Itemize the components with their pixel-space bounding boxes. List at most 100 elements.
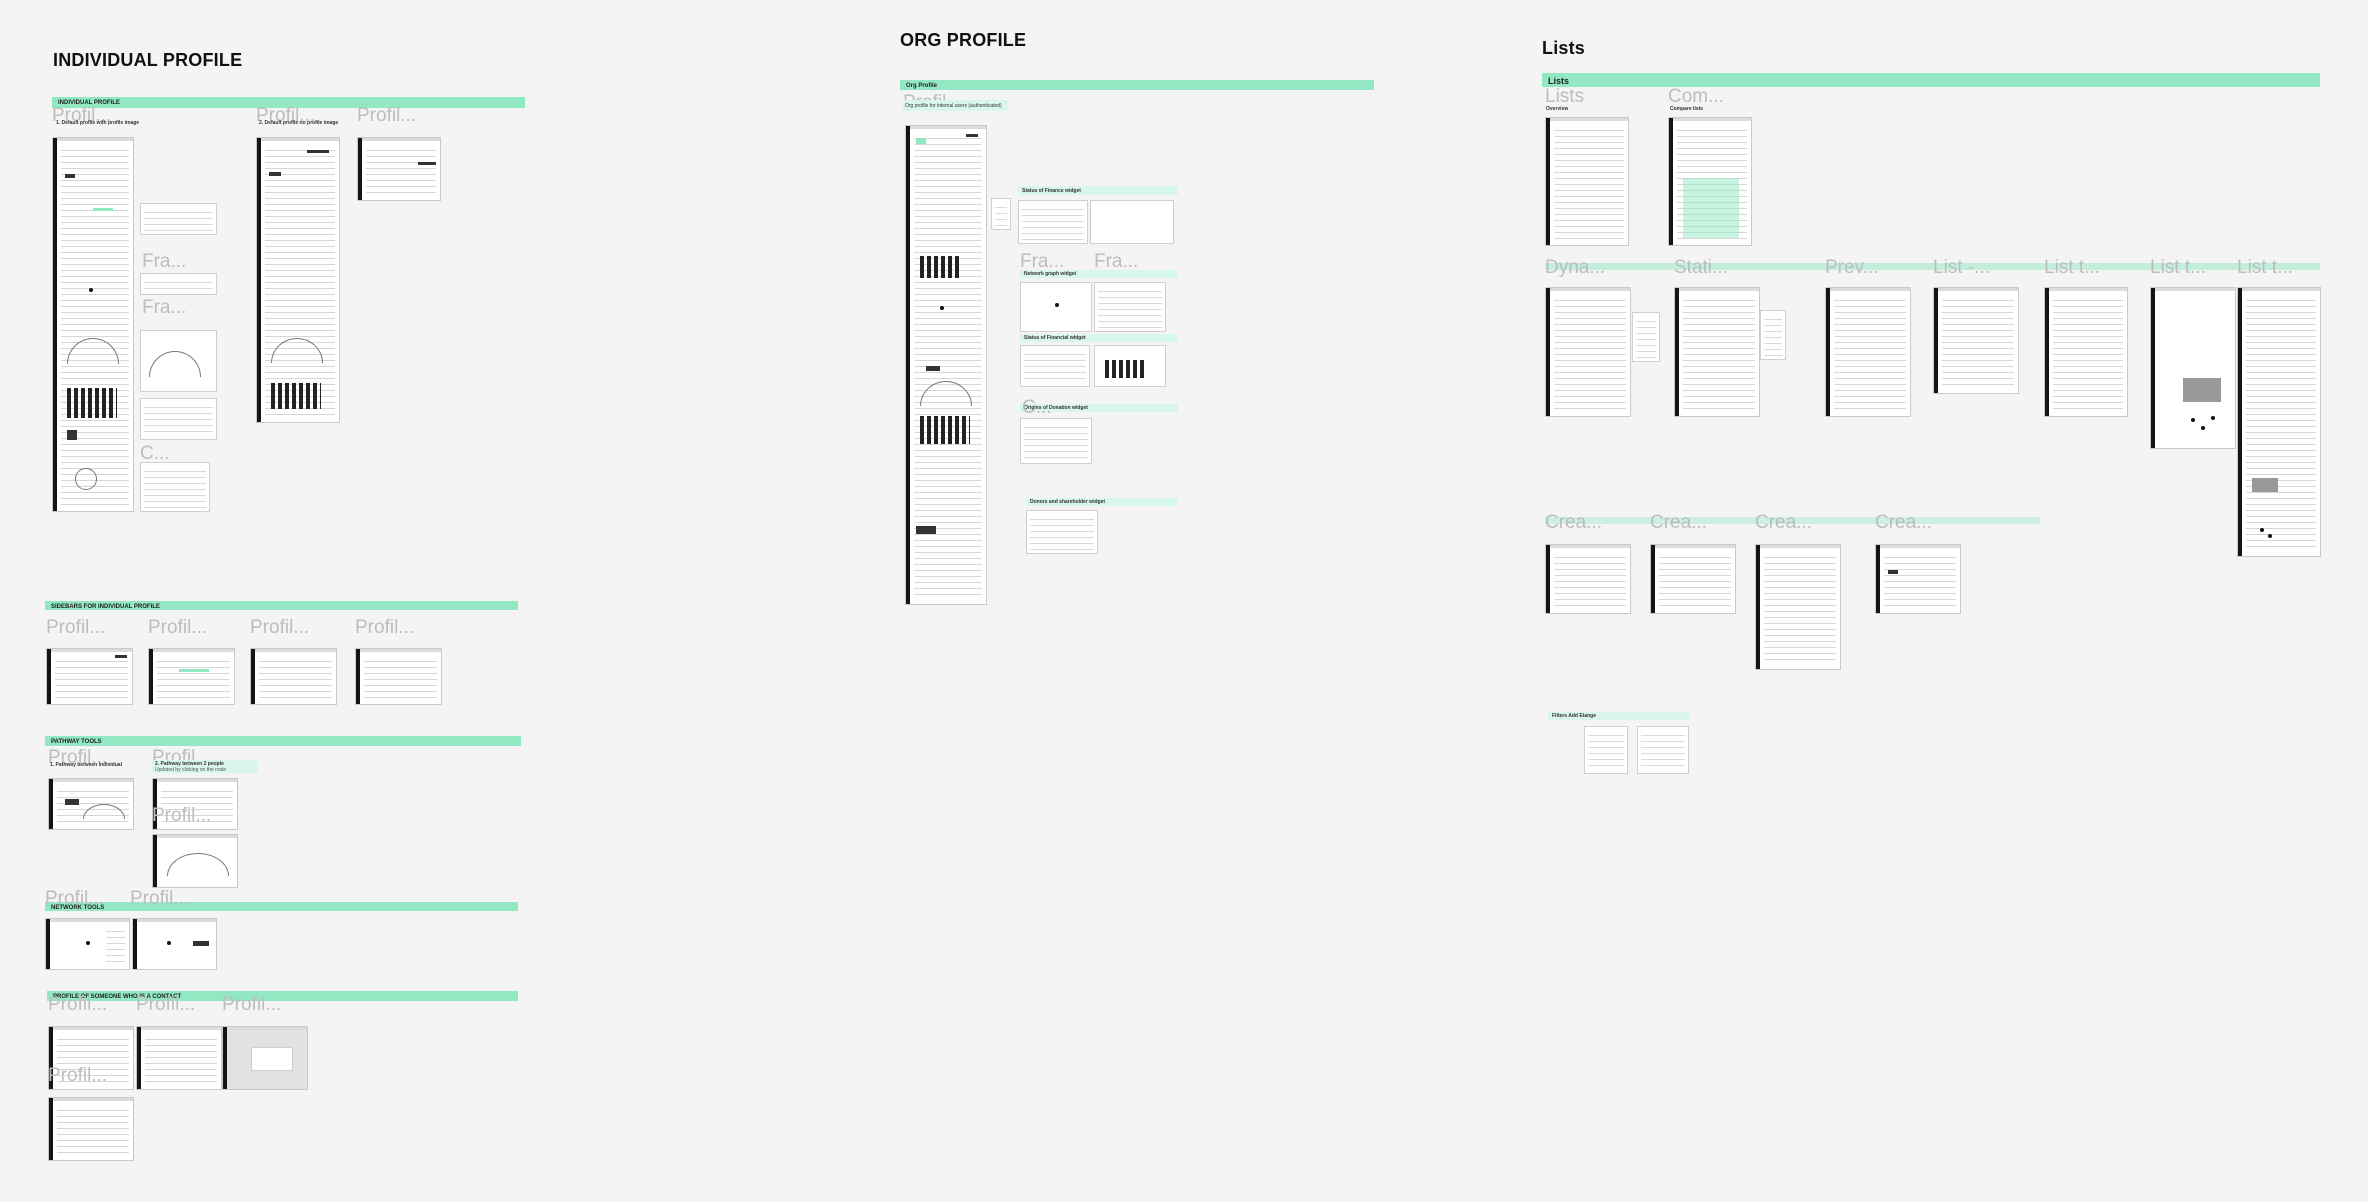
widget-frame[interactable] [1018,200,1088,244]
frame-label[interactable]: Profil... [48,1066,107,1086]
frame-label[interactable]: List t... [2237,258,2293,278]
side-frame[interactable] [140,203,217,235]
profile-frame-no-image[interactable] [256,137,340,423]
widget-label: Donors and shareholder widget [1030,499,1106,505]
list-popover[interactable] [1760,310,1786,360]
frame-label[interactable]: Fra... [1094,252,1138,272]
lists-band: Lists [1542,73,2320,87]
list-compare-frame[interactable] [1668,117,1752,246]
pathway-frame[interactable] [48,778,134,830]
profile-frame-with-image[interactable] [52,137,134,512]
org-profile-title: ORG PROFILE [900,30,1027,50]
frame-label[interactable]: Profil... [152,806,211,826]
frame-label[interactable]: List -... [1933,258,1990,278]
frame-label[interactable]: Profil... [136,995,195,1015]
widget-band: Status of Financial widget [1020,334,1178,342]
org-profile-frame[interactable] [905,125,987,605]
widget-network[interactable] [1020,282,1092,332]
frame-label[interactable]: C... [140,444,170,464]
create-list-frame[interactable] [1875,544,1961,614]
list-popover[interactable] [1632,312,1660,362]
sidebar-frame[interactable] [46,648,133,705]
network-frame[interactable] [45,918,130,970]
org-profile-band: Org Profile [900,80,1374,90]
frame-label[interactable]: Crea... [1650,513,1707,533]
list-frame[interactable] [1825,287,1911,417]
frame-label[interactable]: Lists [1545,87,1584,107]
frame-label[interactable]: C... [1022,398,1052,418]
contact-band: PROFILE OF SOMEONE WHO IS A CONTACT [47,991,518,1001]
list-frame[interactable] [1933,287,2019,394]
side-frame-chart[interactable] [140,330,217,392]
individual-profile-title: INDIVIDUAL PROFILE [53,50,243,70]
frame-label[interactable]: Profil... [45,889,104,909]
widget-map[interactable] [1020,418,1092,464]
widget-label: Network graph widget [1024,271,1077,277]
create-list-frame[interactable] [1545,544,1631,614]
frame-label[interactable]: Profil... [130,889,189,909]
filters-band: Filters Add Etange [1548,712,1690,720]
frame-label[interactable]: Profil... [222,995,281,1015]
frame-label[interactable]: Profil... [48,995,107,1015]
frame-label[interactable]: Fra... [142,298,186,318]
widget-band: Status of Finance widget [1018,186,1178,195]
frame-label[interactable]: List t... [2044,258,2100,278]
filters-frame[interactable] [1637,726,1689,774]
frame-label[interactable]: Dyna... [1545,258,1605,278]
filters-frame[interactable] [1550,726,1580,766]
list-frame[interactable] [1545,287,1631,417]
widget-frame[interactable] [1090,200,1174,244]
filters-frame[interactable] [1584,726,1628,774]
frame-label[interactable]: Crea... [1755,513,1812,533]
list-long-frame[interactable] [2237,287,2321,557]
frame-label[interactable]: List t... [2150,258,2206,278]
filters-label: Filters Add Etange [1552,713,1596,719]
frame-subtitle: Org profile for internal users (authenti… [905,103,1002,109]
frame-subtitle: 2. Default profile no profile image [259,120,339,126]
frame-subtitle: Compare lists [1670,106,1704,112]
frame-label[interactable]: Profil... [355,618,414,638]
contact-frame[interactable] [48,1097,134,1161]
side-frame[interactable] [140,398,217,440]
frame-label[interactable]: Prev... [1825,258,1879,278]
frame-label[interactable]: Profil... [357,106,416,126]
side-frame[interactable] [140,273,217,295]
frame-label[interactable]: Crea... [1875,513,1932,533]
list-frame[interactable] [1674,287,1760,417]
frame-subtitle: 1. Pathway between individual [50,762,122,768]
frame-subtitle-note: Updated by clicking on the node [155,767,227,773]
contact-frame-modal[interactable] [222,1026,308,1090]
frame-label[interactable]: Com... [1668,87,1724,107]
pathway-band-label: PATHWAY TOOLS [51,739,102,745]
create-list-frame[interactable] [1650,544,1736,614]
list-overview-frame[interactable] [1545,117,1629,246]
sidebars-band: SIDEBARS FOR INDIVIDUAL PROFILE [45,601,518,610]
list-map-frame[interactable] [2150,287,2236,449]
widget-frame[interactable] [991,198,1011,230]
widget-band: Network graph widget [1020,270,1178,278]
org-profile-band-label: Org Profile [906,83,938,89]
network-frame[interactable] [132,918,217,970]
network-band-label: NETWORK TOOLS [51,905,105,911]
frame-label[interactable]: Profil... [148,618,207,638]
frame-label[interactable]: Fra... [1020,252,1064,272]
create-list-frame[interactable] [1755,544,1841,670]
widget-frame[interactable] [1020,345,1090,387]
pathway-band: PATHWAY TOOLS [45,736,521,746]
widget-frame[interactable] [1094,282,1166,332]
frame-label[interactable]: Crea... [1545,513,1602,533]
sidebar-frame[interactable] [355,648,442,705]
frame-label[interactable]: Fra... [142,252,186,272]
pathway-frame[interactable] [152,834,238,888]
frame-label[interactable]: Profil... [250,618,309,638]
contact-frame[interactable] [136,1026,222,1090]
widget-frame[interactable] [1026,510,1098,554]
widget-frame[interactable] [1094,345,1166,387]
side-frame-map[interactable] [140,462,210,512]
sidebar-frame[interactable] [250,648,337,705]
profile-frame-compact[interactable] [357,137,441,201]
sidebar-frame[interactable] [148,648,235,705]
frame-label[interactable]: Stati... [1674,258,1728,278]
frame-label[interactable]: Profil... [46,618,105,638]
list-frame[interactable] [2044,287,2128,417]
